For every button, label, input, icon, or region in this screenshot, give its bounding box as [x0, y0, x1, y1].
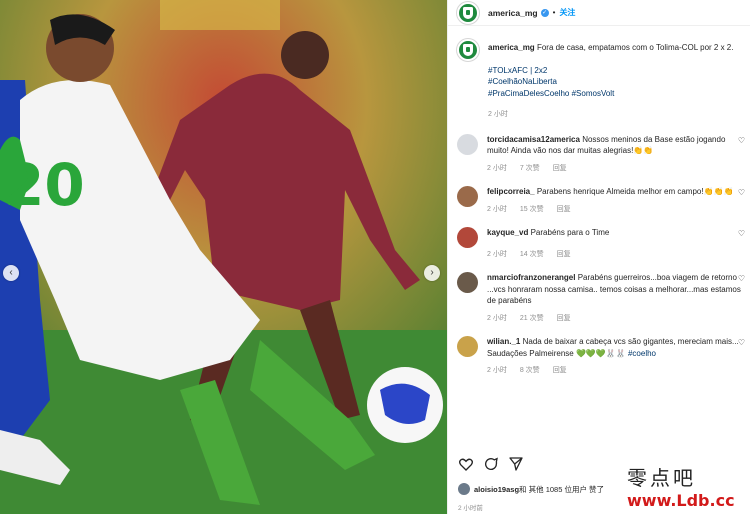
- comment-likes[interactable]: 21 次赞: [520, 313, 544, 325]
- follow-button[interactable]: 关注: [559, 7, 575, 18]
- avatar[interactable]: [457, 186, 478, 207]
- comment-likes[interactable]: 7 次赞: [520, 163, 540, 175]
- verified-icon: ✓: [540, 8, 549, 17]
- soccer-photo: 20: [0, 0, 447, 514]
- avatar[interactable]: [457, 133, 478, 155]
- comment-time: 2 小时: [487, 250, 507, 258]
- comment-time: 2 小时: [487, 367, 507, 374]
- likes-text: 和 其他 1085 位用户 赞了: [519, 484, 605, 494]
- avatar[interactable]: [457, 272, 478, 293]
- reply-button[interactable]: 回复: [557, 204, 571, 216]
- post-age: 2 小时前: [458, 505, 483, 512]
- comment-item: nmarciofranzonerangel Parabéns guerreiro…: [457, 272, 750, 324]
- comment-item: kayque_vd Parabéns para o Time 2 小时 14 次赞…: [457, 227, 750, 260]
- hashtag[interactable]: #TOLxAFC | 2x2: [488, 65, 746, 77]
- avatar[interactable]: [457, 227, 478, 248]
- comment-username[interactable]: nmarciofranzonerangel: [487, 273, 575, 282]
- likes-user[interactable]: aloisio19asg: [474, 485, 519, 494]
- comment-time: 2 小时: [487, 314, 507, 322]
- heart-icon[interactable]: ♡: [738, 136, 745, 145]
- comment-icon[interactable]: [483, 456, 499, 472]
- watermark: 零点吧 www.Ldb.cc: [627, 462, 747, 510]
- comments-list[interactable]: america_mg Fora de casa, empatamos com o…: [448, 27, 750, 447]
- comment-time: 2 小时: [487, 164, 507, 172]
- action-bar: [458, 456, 524, 472]
- reply-button[interactable]: 回复: [553, 163, 567, 175]
- comment-username[interactable]: wilian._1: [487, 337, 520, 346]
- comment-item: torcidacamisa12america Nossos meninos da…: [457, 133, 750, 175]
- comment-text: Parabéns para o Time: [530, 228, 610, 237]
- caption-username[interactable]: america_mg: [488, 43, 535, 52]
- comment-username[interactable]: felipcorreia_: [487, 187, 535, 196]
- comment-likes[interactable]: 8 次赞: [520, 365, 540, 377]
- post-photo: 20 ‹ ›: [0, 0, 447, 514]
- comment-item: felipcorreia_ Parabens henrique Almeida …: [457, 186, 750, 215]
- caption-time: 2 小时: [488, 111, 508, 118]
- avatar[interactable]: [457, 336, 478, 357]
- post-header: america_mg ✓ • 关注: [448, 0, 750, 26]
- comment-username[interactable]: kayque_vd: [487, 228, 528, 237]
- comment-likes[interactable]: 15 次赞: [520, 204, 544, 216]
- separator-dot: •: [552, 8, 556, 17]
- likes-summary: aloisio19asg 和 其他 1085 位用户 赞了: [458, 483, 604, 495]
- share-icon[interactable]: [508, 456, 524, 472]
- watermark-url: www.Ldb.cc: [627, 491, 735, 510]
- chevron-left-icon[interactable]: ‹: [3, 265, 19, 281]
- comment-text: Nada de baixar a cabeça vcs são gigantes…: [487, 337, 739, 358]
- svg-text:20: 20: [4, 151, 85, 219]
- header-username[interactable]: america_mg: [488, 8, 538, 18]
- comment-text: Parabens henrique Almeida melhor em camp…: [536, 187, 734, 196]
- caption-row: america_mg Fora de casa, empatamos com o…: [457, 39, 750, 121]
- chevron-right-icon[interactable]: ›: [424, 265, 440, 281]
- watermark-title: 零点吧: [627, 466, 696, 490]
- avatar[interactable]: [458, 483, 470, 495]
- avatar[interactable]: [457, 39, 479, 61]
- reply-button[interactable]: 回复: [557, 313, 571, 325]
- avatar[interactable]: [457, 1, 479, 24]
- caption-text: Fora de casa, empatamos com o Tolima-COL…: [536, 43, 734, 52]
- heart-icon[interactable]: ♡: [738, 338, 745, 347]
- hashtag[interactable]: #PraCimaDelesCoelho: [488, 89, 569, 98]
- comment-likes[interactable]: 14 次赞: [520, 249, 544, 261]
- hashtag[interactable]: #SomosVolt: [572, 89, 615, 98]
- reply-button[interactable]: 回复: [557, 249, 571, 261]
- comment-item: wilian._1 Nada de baixar a cabeça vcs sã…: [457, 336, 750, 377]
- heart-icon[interactable]: [458, 456, 474, 472]
- heart-icon[interactable]: ♡: [738, 274, 745, 283]
- hashtag[interactable]: #CoelhãoNaLiberta: [488, 76, 746, 88]
- comment-username[interactable]: torcidacamisa12america: [487, 135, 580, 144]
- heart-icon[interactable]: ♡: [738, 229, 745, 238]
- heart-icon[interactable]: ♡: [738, 188, 745, 197]
- hashtag[interactable]: #coelho: [628, 349, 656, 358]
- comment-time: 2 小时: [487, 205, 507, 213]
- reply-button[interactable]: 回复: [553, 365, 567, 377]
- post-panel: america_mg ✓ • 关注 america_mg Fora de cas…: [447, 0, 750, 514]
